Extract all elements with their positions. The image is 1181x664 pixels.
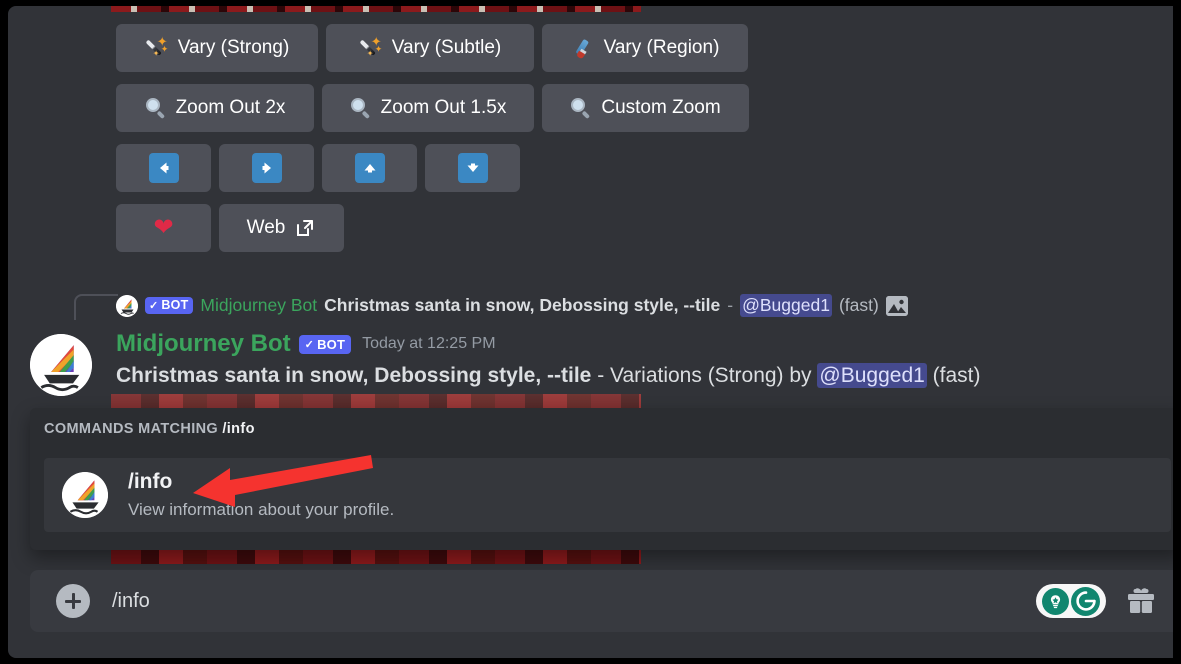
message-header: Midjourney Bot ✓ BOT Today at 12:25 PM <box>116 330 496 358</box>
bot-badge-label: BOT <box>161 298 189 312</box>
vary-button-row: ✦ ✦ ✦ Vary (Strong) ✦ ✦ ✦ Vary (Subtle) Vary… <box>116 24 748 72</box>
command-autocomplete-popup: COMMANDS MATCHING /info /info View infor… <box>30 408 1173 550</box>
custom-zoom-label: Custom Zoom <box>601 97 721 118</box>
command-item-name: /info <box>128 470 173 494</box>
reply-prompt-text: Christmas santa in snow, Debossing style… <box>324 295 721 315</box>
message-mention[interactable]: @Bugged1 <box>817 363 927 388</box>
pan-down-button[interactable] <box>425 144 520 192</box>
zoom-out-15x-label: Zoom Out 1.5x <box>380 97 507 118</box>
vary-strong-button[interactable]: ✦ ✦ ✦ Vary (Strong) <box>116 24 318 72</box>
message-timestamp: Today at 12:25 PM <box>362 335 496 352</box>
verified-check-icon: ✓ <box>304 338 315 351</box>
vary-subtle-button[interactable]: ✦ ✦ ✦ Vary (Subtle) <box>326 24 534 72</box>
bot-badge: ✓ BOT <box>145 297 194 314</box>
magnifier-icon <box>350 97 372 120</box>
vary-region-label: Vary (Region) <box>603 37 720 58</box>
magnifier-icon <box>570 97 592 120</box>
command-popup-header-label: COMMANDS MATCHING <box>44 421 219 437</box>
favorite-web-button-row: ❤ Web <box>116 204 344 252</box>
magic-wand-icon: ✦ ✦ ✦ <box>145 35 169 59</box>
message-body: Christmas santa in snow, Debossing style… <box>116 363 981 388</box>
message-job-type: Variations (Strong) by <box>610 364 812 387</box>
custom-zoom-button[interactable]: Custom Zoom <box>542 84 749 132</box>
zoom-out-2x-button[interactable]: Zoom Out 2x <box>116 84 314 132</box>
grammarly-bulb-icon <box>1042 587 1069 615</box>
paintbrush-icon <box>571 37 595 60</box>
reply-mention[interactable]: @Bugged1 <box>740 294 832 317</box>
magnifier-icon <box>145 97 167 120</box>
message-avatar[interactable] <box>30 334 92 396</box>
pan-left-button[interactable] <box>116 144 211 192</box>
grammarly-logo-icon <box>1071 586 1100 616</box>
zoom-out-2x-label: Zoom Out 2x <box>175 97 286 118</box>
command-item-text: /info View information about your profil… <box>128 470 394 519</box>
message-input[interactable]: /info <box>112 590 1036 613</box>
discord-chat-pane: ✦ ✦ ✦ Vary (Strong) ✦ ✦ ✦ Vary (Subtle) Vary… <box>8 6 1173 658</box>
vary-region-button[interactable]: Vary (Region) <box>542 24 748 72</box>
favorite-button[interactable]: ❤ <box>116 204 211 252</box>
zoom-button-row: Zoom Out 2x Zoom Out 1.5x Custom Zoom <box>116 84 749 132</box>
pan-up-button[interactable] <box>322 144 417 192</box>
command-item-description: View information about your profile. <box>128 499 395 519</box>
magic-wand-icon: ✦ ✦ ✦ <box>359 35 383 59</box>
verified-check-icon: ✓ <box>149 299 159 312</box>
command-popup-header-query: /info <box>222 421 255 437</box>
zoom-out-15x-button[interactable]: Zoom Out 1.5x <box>322 84 534 132</box>
command-list-item-info[interactable]: /info View information about your profil… <box>44 458 1171 532</box>
image-attachment-icon <box>885 295 908 316</box>
gift-icon[interactable] <box>1124 586 1158 616</box>
reply-preview[interactable]: ✓ BOT Midjourney Bot Christmas santa in s… <box>116 294 908 317</box>
arrow-down-icon <box>457 153 488 183</box>
web-label: Web <box>246 217 286 238</box>
midjourney-sailboat-icon <box>116 294 138 317</box>
web-button[interactable]: Web <box>219 204 344 252</box>
previous-attachment-strip <box>111 6 641 12</box>
pan-right-button[interactable] <box>219 144 314 192</box>
message-prompt-text: Christmas santa in snow, Debossing style… <box>116 364 592 387</box>
plus-icon[interactable] <box>56 584 90 618</box>
screenshot-frame: ✦ ✦ ✦ Vary (Strong) ✦ ✦ ✦ Vary (Subtle) Vary… <box>0 0 1181 664</box>
arrow-right-icon <box>251 153 282 183</box>
message-speed-label: (fast) <box>932 364 981 387</box>
message-input-bar: /info <box>30 570 1173 632</box>
reply-author-name[interactable]: Midjourney Bot <box>200 295 317 316</box>
arrow-left-icon <box>148 153 179 183</box>
pan-button-row <box>116 144 520 192</box>
heart-icon: ❤ <box>153 214 174 241</box>
vary-strong-label: Vary (Strong) <box>177 37 290 58</box>
grammarly-badge[interactable] <box>1036 584 1106 618</box>
midjourney-sailboat-icon <box>62 472 108 518</box>
message-author-name[interactable]: Midjourney Bot <box>116 330 291 358</box>
external-link-icon <box>294 217 316 239</box>
reply-connector-line <box>74 294 118 320</box>
vary-subtle-label: Vary (Subtle) <box>391 37 502 58</box>
bot-badge: ✓ BOT <box>298 334 352 354</box>
command-popup-header: COMMANDS MATCHING /info <box>44 421 255 437</box>
bot-badge-label: BOT <box>317 336 346 352</box>
arrow-up-icon <box>354 153 385 183</box>
reply-speed-label: (fast) <box>838 295 879 315</box>
reply-dash: - <box>727 295 734 315</box>
